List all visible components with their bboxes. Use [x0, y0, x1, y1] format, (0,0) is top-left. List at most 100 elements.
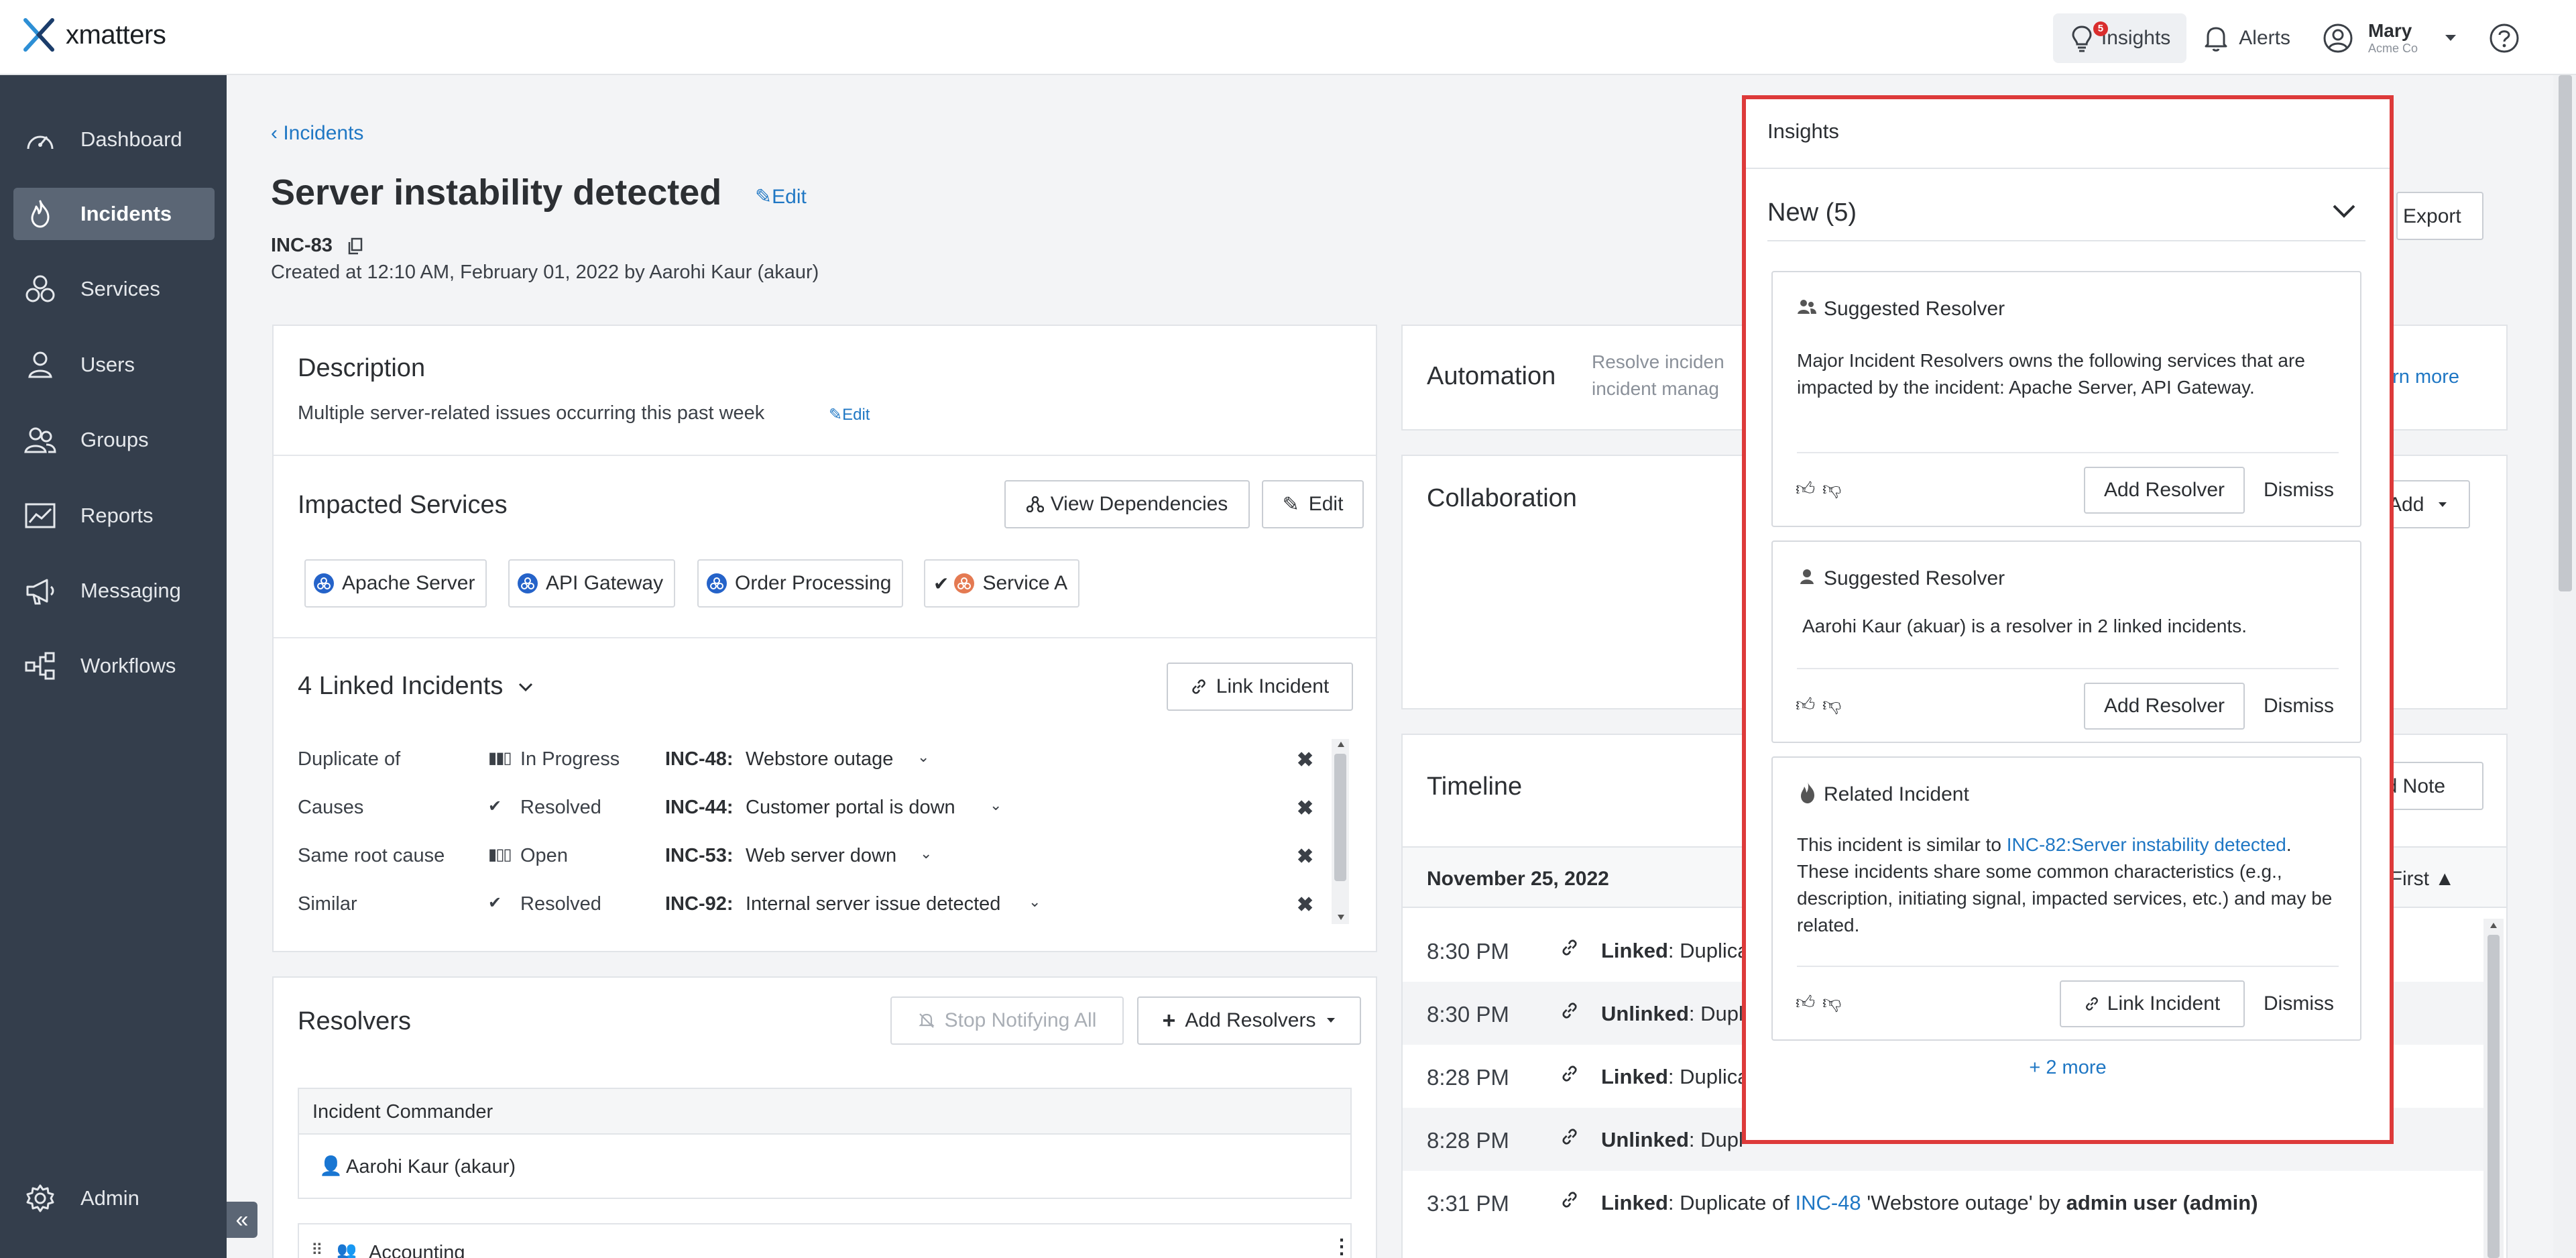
page-scrollbar[interactable] — [2553, 75, 2576, 1258]
dismiss-button[interactable]: Dismiss — [2264, 992, 2334, 1015]
linked-incidents-title[interactable]: 4 Linked Incidents — [298, 672, 533, 701]
sidebar-item-groups[interactable]: Groups — [13, 414, 215, 466]
linked-incident-row[interactable]: Duplicate of ▮▮▯ In Progress INC-48: Web… — [296, 748, 1322, 782]
user-org: Acme Co — [2367, 42, 2418, 55]
unlink-icon[interactable]: ✖ — [1297, 797, 1313, 820]
resolver-group-row[interactable]: ⠿ 👥 Accounting ⋮ — [298, 1223, 1352, 1258]
groups-icon — [1797, 299, 1817, 315]
sidebar-item-messaging[interactable]: Messaging — [13, 565, 215, 617]
unlink-icon[interactable]: ✖ — [1297, 748, 1313, 772]
sidebar-item-dashboard[interactable]: Dashboard — [13, 113, 215, 166]
sidebar-item-services[interactable]: Services — [13, 263, 215, 315]
breadcrumb-incidents[interactable]: ‹ Incidents — [271, 122, 363, 145]
dismiss-button[interactable]: Dismiss — [2264, 479, 2334, 502]
user-circle-icon — [2323, 23, 2353, 54]
collapse-sidebar-button[interactable]: « — [227, 1202, 257, 1238]
add-resolver-button[interactable]: Add Resolver — [2084, 467, 2245, 514]
xmatters-logo[interactable]: xmatters — [21, 17, 166, 52]
scrollbar-thumb[interactable] — [2487, 935, 2500, 1258]
export-button[interactable]: Export — [2396, 192, 2483, 240]
edit-title-link[interactable]: ✎Edit — [755, 185, 807, 209]
automation-title: Automation — [1427, 362, 1556, 390]
incident-commander-row[interactable]: 👤 Aarohi Kaur (akaur) — [298, 1135, 1352, 1199]
related-incident-link[interactable]: INC-82:Server instability detected — [2007, 834, 2286, 855]
page-scrollbar-thumb[interactable] — [2559, 75, 2572, 591]
linked-incident-row[interactable]: Same root cause ▮▯▯ Open INC-53: Web ser… — [296, 845, 1322, 878]
chevron-down-icon[interactable]: ⌄ — [1029, 893, 1041, 911]
thumbs-up-icon[interactable]: 👍︎ — [1796, 477, 1815, 500]
timeline-incident-link[interactable]: INC-48 — [1795, 1191, 1861, 1214]
sidebar-item-workflows[interactable]: Workflows — [13, 640, 215, 692]
chevron-down-icon[interactable]: ⌄ — [920, 845, 932, 862]
pencil-icon: ✎ — [755, 186, 772, 208]
sidebar-item-users[interactable]: Users — [13, 339, 215, 391]
thumbs-down-icon[interactable]: 👎︎ — [1822, 477, 1841, 500]
sidebar: Dashboard Incidents Services Users Group… — [0, 75, 227, 1258]
sidebar-item-label: Messaging — [80, 579, 181, 602]
service-chip-service-a[interactable]: ✔ Service A — [924, 559, 1080, 608]
top-nav: 5 Insights Alerts Mary Acme Co — [2052, 13, 2536, 63]
view-dependencies-button[interactable]: View Dependencies — [1004, 480, 1250, 528]
dismiss-button[interactable]: Dismiss — [2264, 695, 2334, 718]
alerts-label: Alerts — [2239, 27, 2290, 49]
copy-icon[interactable] — [347, 237, 363, 255]
linked-incident-name[interactable]: Customer portal is down — [746, 797, 955, 819]
new-insights-toggle[interactable]: New (5) — [1767, 190, 2365, 241]
drag-handle-icon[interactable]: ⠿ — [311, 1241, 323, 1258]
service-chip-label: Service A — [982, 572, 1068, 594]
linked-incident-row[interactable]: Causes ✔ Resolved INC-44: Customer porta… — [296, 797, 1322, 830]
sidebar-item-admin[interactable]: Admin — [13, 1172, 215, 1224]
help-button[interactable] — [2473, 13, 2536, 63]
alerts-button[interactable]: Alerts — [2186, 13, 2306, 63]
timeline-scrollbar[interactable] — [2483, 919, 2504, 1258]
add-resolver-button[interactable]: Add Resolver — [2084, 683, 2245, 730]
unlink-icon[interactable]: ✖ — [1297, 845, 1313, 868]
unlink-icon[interactable]: ✖ — [1297, 893, 1313, 917]
stop-notifying-all-button[interactable]: Stop Notifying All — [890, 996, 1124, 1045]
user-icon — [23, 347, 58, 382]
add-resolvers-button[interactable]: + Add Resolvers — [1137, 996, 1361, 1045]
service-chip-apache[interactable]: Apache Server — [304, 559, 487, 608]
caret-down-icon — [1326, 1017, 1336, 1024]
scrollbar-thumb[interactable] — [1334, 754, 1346, 881]
more-options-icon[interactable]: ⋮ — [1332, 1235, 1350, 1258]
user-menu[interactable]: Mary Acme Co — [2306, 13, 2473, 63]
link-icon — [1561, 1128, 1578, 1145]
caret-down-icon — [2445, 34, 2457, 42]
timeline-time: 8:30 PM — [1427, 1002, 1509, 1027]
link-incident-button[interactable]: Link Incident — [2060, 980, 2245, 1027]
chevron-down-icon[interactable]: ⌄ — [917, 748, 929, 766]
link-icon — [1561, 1002, 1578, 1019]
thumbs-down-icon[interactable]: 👎︎ — [1822, 693, 1841, 716]
service-chip-api-gateway[interactable]: API Gateway — [508, 559, 676, 608]
link-incident-button[interactable]: Link Incident — [1167, 663, 1353, 711]
relation-type: Duplicate of — [298, 748, 401, 770]
edit-services-button[interactable]: ✎ Edit — [1262, 480, 1364, 528]
thumbs-up-icon[interactable]: 👍︎ — [1796, 991, 1815, 1014]
linked-incident-name[interactable]: Webstore outage — [746, 748, 893, 770]
sidebar-item-incidents[interactable]: Incidents — [13, 188, 215, 240]
timeline-detail: : Duplica — [1667, 939, 1749, 962]
linked-list-scrollbar[interactable] — [1332, 739, 1349, 924]
scroll-up-arrow[interactable] — [1338, 742, 1344, 747]
chevron-down-icon — [518, 683, 533, 692]
scroll-down-arrow[interactable] — [1338, 915, 1344, 920]
chevron-down-icon[interactable]: ⌄ — [990, 797, 1002, 814]
thumbs-up-icon[interactable]: 👍︎ — [1796, 693, 1815, 716]
linked-incident-name[interactable]: Internal server issue detected — [746, 893, 1000, 915]
divider — [274, 455, 1376, 456]
edit-description-label: Edit — [842, 406, 870, 424]
insights-button[interactable]: 5 Insights — [2052, 13, 2187, 63]
scroll-up-arrow[interactable] — [2490, 923, 2497, 928]
show-more-insights-link[interactable]: + 2 more — [1746, 1057, 2390, 1079]
relation-type: Similar — [298, 893, 357, 915]
edit-description-link[interactable]: ✎Edit — [829, 405, 870, 424]
sidebar-item-reports[interactable]: Reports — [13, 490, 215, 542]
service-chip-order-processing[interactable]: Order Processing — [697, 559, 904, 608]
relation-type: Causes — [298, 797, 364, 818]
service-icon — [954, 573, 975, 593]
linked-incident-name[interactable]: Web server down — [746, 845, 896, 867]
thumbs-down-icon[interactable]: 👎︎ — [1822, 991, 1841, 1014]
insights-panel-header: Insights — [1746, 99, 2390, 169]
linked-incident-row[interactable]: Similar ✔ Resolved INC-92: Internal serv… — [296, 893, 1322, 927]
